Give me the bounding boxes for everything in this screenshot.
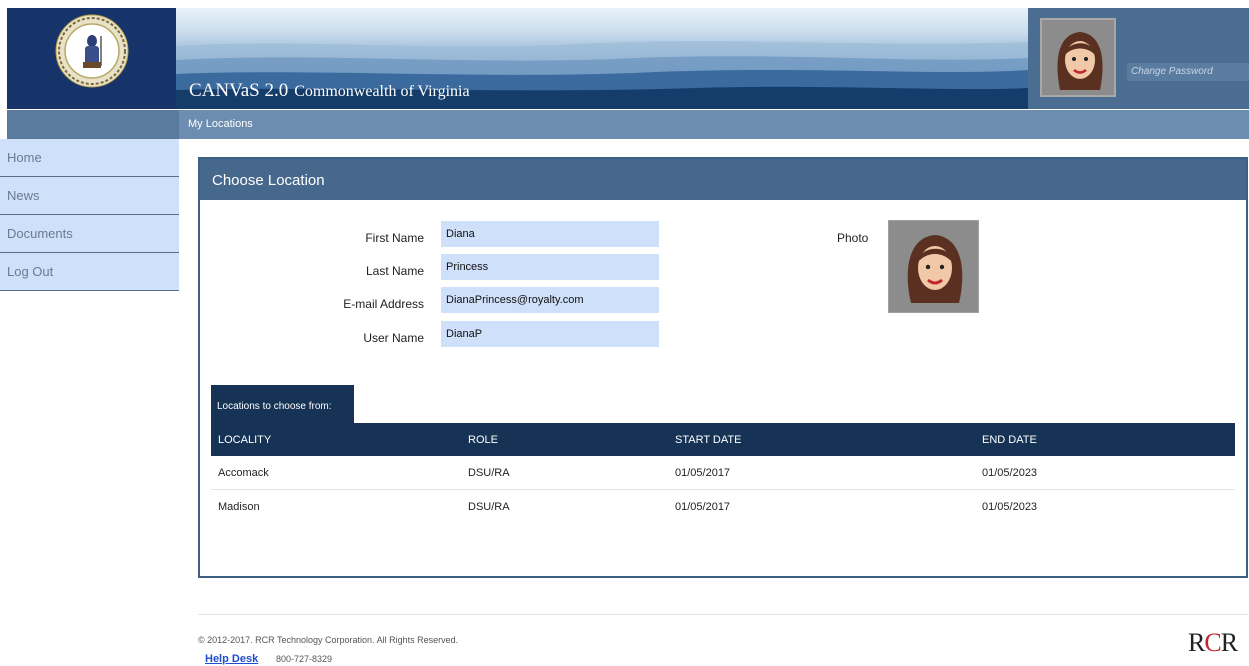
first-name-field[interactable]: Diana bbox=[441, 221, 659, 247]
top-navbar: My Locations bbox=[7, 110, 1249, 139]
sidebar-item-news[interactable]: News bbox=[0, 177, 179, 215]
help-desk-phone: 800-727-8329 bbox=[276, 654, 333, 664]
cell-start-date: 01/05/2017 bbox=[675, 501, 731, 513]
navbar-left-block bbox=[7, 110, 179, 139]
cell-locality: Madison bbox=[218, 501, 260, 513]
column-header-role[interactable]: ROLE bbox=[468, 434, 498, 446]
table-row[interactable]: Accomack DSU/RA 01/05/2017 01/05/2023 bbox=[211, 456, 1235, 490]
cell-role: DSU/RA bbox=[468, 467, 510, 479]
rcr-logo: RCR bbox=[1188, 628, 1238, 658]
email-label: E-mail Address bbox=[343, 297, 424, 311]
column-header-start-date[interactable]: START DATE bbox=[675, 434, 741, 446]
seal-container bbox=[7, 8, 176, 109]
last-name-label: Last Name bbox=[365, 264, 424, 278]
column-header-locality[interactable]: LOCALITY bbox=[218, 434, 271, 446]
username-field[interactable]: DianaP bbox=[441, 321, 659, 347]
locations-table: LOCALITY ROLE START DATE END DATE Accoma… bbox=[211, 423, 1235, 524]
sidebar-item-documents[interactable]: Documents bbox=[0, 215, 179, 253]
first-name-label: First Name bbox=[365, 231, 424, 245]
username-label: User Name bbox=[363, 331, 424, 345]
table-row[interactable]: Madison DSU/RA 01/05/2017 01/05/2023 bbox=[211, 490, 1235, 524]
logo-letter: R bbox=[1220, 628, 1238, 657]
user-avatar-icon[interactable] bbox=[1040, 18, 1116, 97]
cell-end-date: 01/05/2023 bbox=[982, 467, 1038, 479]
email-field[interactable]: DianaPrincess@royalty.com bbox=[441, 287, 659, 313]
app-name: CANVaS 2.0 bbox=[189, 80, 289, 101]
mountain-banner: CANVaS 2.0 Commonwealth of Virginia bbox=[176, 8, 1028, 109]
cell-role: DSU/RA bbox=[468, 501, 510, 513]
app-subtitle: Commonwealth of Virginia bbox=[294, 83, 470, 100]
app-header: CANVaS 2.0 Commonwealth of Virginia Chang… bbox=[7, 8, 1249, 109]
logo-letter: C bbox=[1204, 628, 1221, 657]
change-password-link[interactable]: Change Password bbox=[1127, 63, 1249, 81]
user-photo bbox=[888, 220, 979, 313]
logo-letter: R bbox=[1188, 628, 1205, 657]
column-header-end-date[interactable]: END DATE bbox=[982, 434, 1037, 446]
user-area: Change Password bbox=[1028, 8, 1249, 109]
photo-label: Photo bbox=[837, 231, 869, 245]
choose-location-panel: Choose Location First Name Diana Last Na… bbox=[198, 157, 1248, 578]
cell-start-date: 01/05/2017 bbox=[675, 467, 731, 479]
sidebar-item-logout[interactable]: Log Out bbox=[0, 253, 179, 291]
cell-locality: Accomack bbox=[218, 467, 269, 479]
help-desk-link[interactable]: Help Desk bbox=[205, 653, 258, 665]
last-name-field[interactable]: Princess bbox=[441, 254, 659, 280]
tab-locations[interactable]: Locations to choose from: bbox=[211, 385, 354, 423]
sidebar-item-home[interactable]: Home bbox=[0, 139, 179, 177]
virginia-seal-icon bbox=[55, 14, 129, 88]
cell-end-date: 01/05/2023 bbox=[982, 501, 1038, 513]
sidebar-menu: Home News Documents Log Out bbox=[0, 139, 179, 291]
copyright-text: © 2012-2017. RCR Technology Corporation.… bbox=[198, 635, 459, 645]
panel-title: Choose Location bbox=[200, 159, 1246, 200]
app-title: CANVaS 2.0 Commonwealth of Virginia bbox=[189, 80, 470, 102]
table-header: LOCALITY ROLE START DATE END DATE bbox=[211, 423, 1235, 456]
footer-divider bbox=[198, 614, 1248, 615]
breadcrumb-my-locations[interactable]: My Locations bbox=[188, 118, 253, 130]
